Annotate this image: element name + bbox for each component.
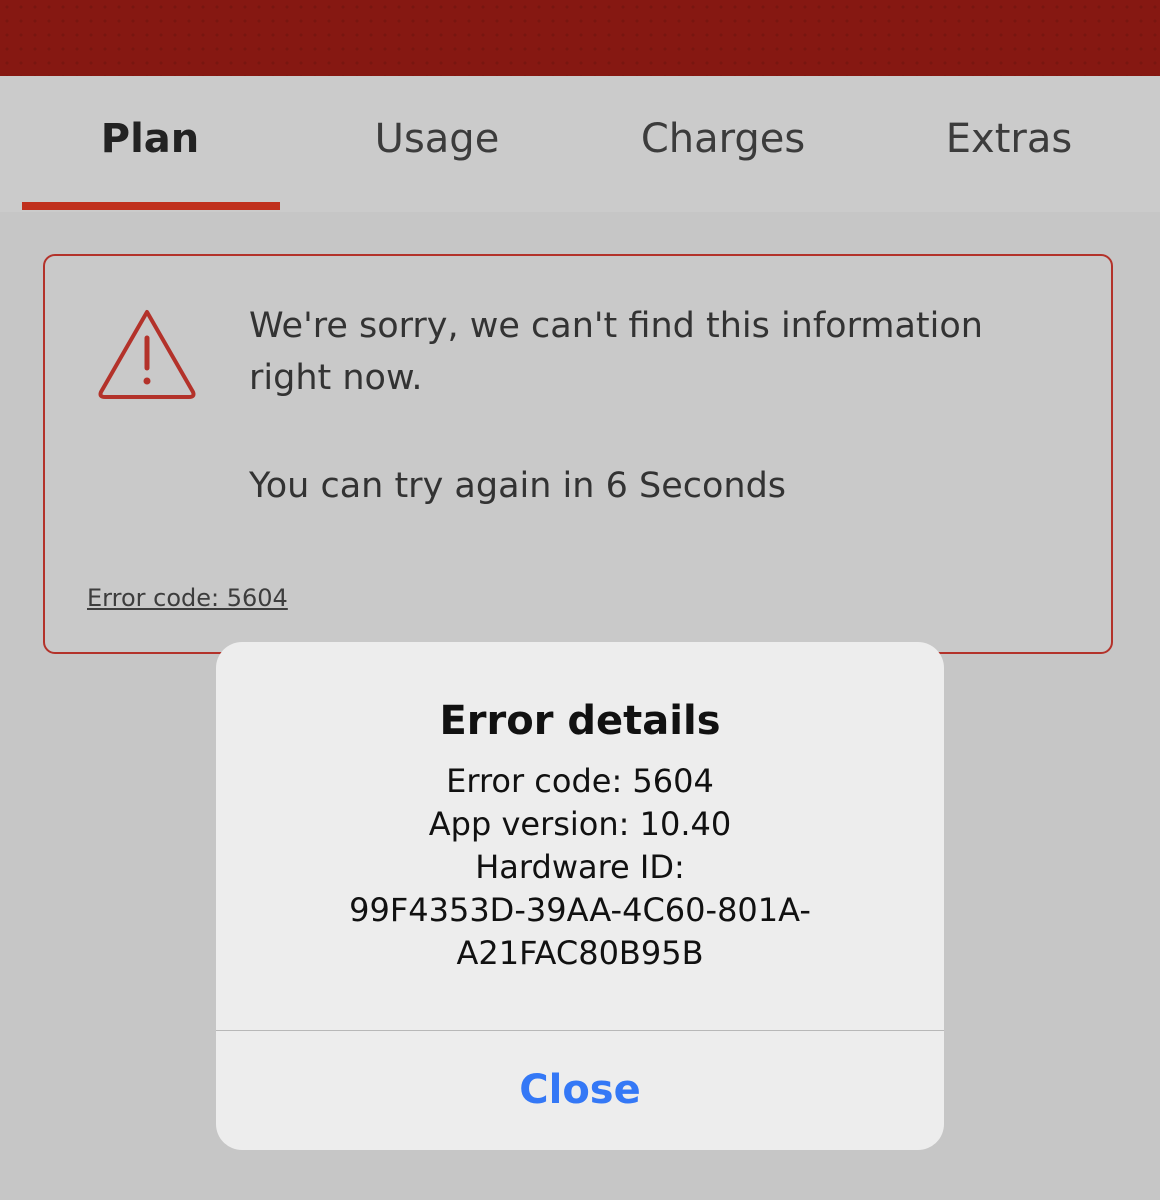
dialog-body: Error code: 5604 App version: 10.40 Hard… [216,760,944,975]
error-code-link[interactable]: Error code: 5604 [87,584,288,612]
active-tab-indicator [22,202,280,210]
dialog-line-hardware-id-part1: 99F4353D-39AA-4C60-801A- [349,891,811,929]
error-message: We're sorry, we can't find this informat… [249,306,983,398]
tab-bar: Plan Usage Charges Extras [0,76,1160,212]
dialog-title: Error details [439,698,721,744]
error-details-dialog: Error details Error code: 5604 App versi… [216,642,944,1150]
dialog-line-hardware-id-label: Hardware ID: [475,848,685,886]
dialog-line-error-code: Error code: 5604 [446,762,714,800]
dialog-line-app-version: App version: 10.40 [428,805,732,843]
tab-charges[interactable]: Charges [578,116,868,162]
error-card: We're sorry, we can't find this informat… [43,254,1113,654]
dialog-line-hardware-id-part2: A21FAC80B95B [456,934,704,972]
header-bar [0,0,1160,76]
tab-extras[interactable]: Extras [864,116,1154,162]
close-button[interactable]: Close [216,1031,944,1150]
retry-countdown-text: You can try again in 6 Seconds [249,466,787,506]
tab-usage[interactable]: Usage [292,116,582,162]
warning-triangle-icon [98,310,196,399]
tab-plan[interactable]: Plan [5,116,295,162]
